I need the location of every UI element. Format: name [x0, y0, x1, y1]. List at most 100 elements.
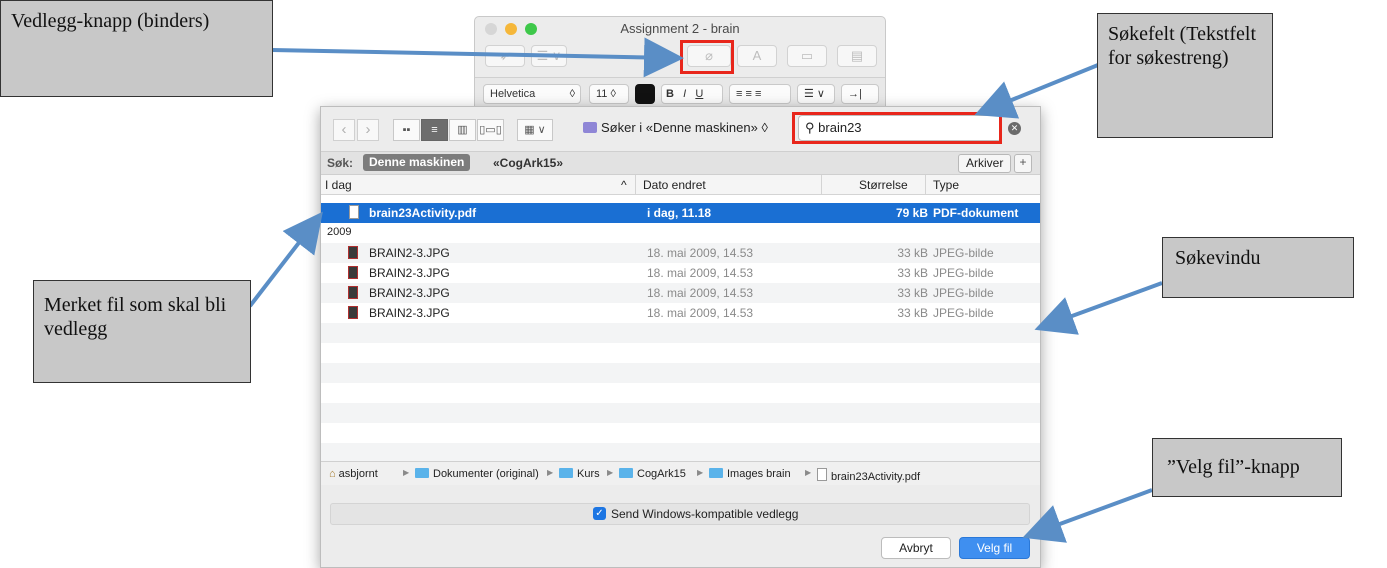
list-style-select[interactable]: ☰ ∨ [797, 84, 835, 104]
path-segment-home[interactable]: ⌂ asbjornt [329, 468, 378, 480]
color-swatch[interactable] [635, 84, 655, 104]
underline-button[interactable]: U [695, 88, 703, 100]
search-scope-bar: Søk: Denne maskinen «CogArk15» Arkiver + [321, 151, 1040, 175]
column-type[interactable]: Type [933, 178, 959, 192]
path-segment-images-brain[interactable]: Images brain [709, 468, 791, 480]
arrow-search-field [974, 63, 1099, 119]
attach-highlight [680, 40, 734, 74]
path-separator-icon: ▶ [607, 468, 614, 477]
pdf-file-icon [349, 205, 359, 219]
file-list: brain23Activity.pdf i dag, 11.18 79 kB P… [321, 195, 1040, 461]
empty-row [321, 343, 1040, 363]
window-icon: ▭ [800, 48, 814, 63]
font-size: 11 [596, 88, 608, 100]
list-icon: ☰ ∨ [804, 88, 825, 100]
file-type: JPEG-bilde [933, 246, 994, 260]
empty-row [321, 403, 1040, 423]
path-segment-kurs[interactable]: Kurs [559, 468, 600, 480]
file-size: 33 kB [897, 306, 928, 320]
send-button[interactable]: ➶ [485, 45, 525, 67]
empty-row [321, 323, 1040, 343]
file-name: BRAIN2-3.JPG [369, 266, 450, 280]
folder-icon [415, 468, 429, 478]
scope-cogark15[interactable]: «CogArk15» [493, 156, 563, 170]
computer-icon [583, 122, 597, 133]
photo-browser-button[interactable]: ▭ [787, 45, 827, 67]
column-date-modified[interactable]: Dato endret [643, 178, 706, 192]
clear-search-icon[interactable]: ✕ [1008, 122, 1021, 135]
font-select[interactable]: Helvetica ◊ [483, 84, 581, 104]
callout-attach: Vedlegg-knapp (binders) [0, 0, 273, 97]
column-name[interactable]: I dag [325, 178, 352, 192]
path-label: Kurs [577, 468, 600, 480]
table-row[interactable]: BRAIN2-3.JPG 18. mai 2009, 14.53 33 kB J… [321, 303, 1040, 323]
search-highlight [792, 112, 1002, 144]
path-separator-icon: ▶ [403, 468, 410, 477]
file-name: BRAIN2-3.JPG [369, 286, 450, 300]
jpeg-file-icon [348, 246, 358, 259]
path-label: Dokumenter (original) [433, 468, 539, 480]
empty-row [321, 423, 1040, 443]
document-icon: ▤ [850, 48, 864, 63]
bold-button[interactable]: B [666, 88, 674, 100]
path-segment-cogark15[interactable]: CogArk15 [619, 468, 686, 480]
table-row[interactable]: BRAIN2-3.JPG 18. mai 2009, 14.53 33 kB J… [321, 283, 1040, 303]
add-criteria-button[interactable]: + [1014, 154, 1032, 173]
jpeg-file-icon [348, 306, 358, 319]
path-label: asbjornt [338, 468, 378, 480]
arrange-button[interactable]: ▦ ∨ [517, 119, 553, 141]
file-size: 33 kB [897, 266, 928, 280]
stepper-icon: ◊ [761, 120, 768, 135]
icon-view-button[interactable]: ▪▪ [393, 119, 420, 141]
folder-icon [709, 468, 723, 478]
search-scope-label: Søker i «Denne maskinen» [601, 120, 758, 135]
home-icon: ⌂ [329, 468, 336, 480]
path-label: CogArk15 [637, 468, 686, 480]
file-type: JPEG-bilde [933, 266, 994, 280]
file-date: 18. mai 2009, 14.53 [647, 266, 754, 280]
callout-search-field: Søkefelt (Tekstfelt for søkestreng) [1097, 13, 1273, 138]
cancel-button[interactable]: Avbryt [881, 537, 951, 559]
folder-icon [619, 468, 633, 478]
file-size: 79 kB [895, 206, 928, 220]
list-toggle-button[interactable]: ☰ ∨ [531, 45, 567, 67]
list-view-button[interactable]: ≡ [421, 119, 448, 141]
stepper-icon: ◊ [569, 88, 575, 100]
scope-this-computer[interactable]: Denne maskinen [363, 154, 471, 171]
search-scope-select[interactable]: Søker i «Denne maskinen» ◊ [583, 120, 768, 135]
folder-icon [559, 468, 573, 478]
path-separator-icon: ▶ [805, 468, 812, 477]
align-icons: ≡ ≡ ≡ [736, 88, 762, 100]
file-date: 18. mai 2009, 14.53 [647, 246, 754, 260]
file-date: 18. mai 2009, 14.53 [647, 286, 754, 300]
columns-icon: ▥ [457, 124, 468, 136]
table-row-selected[interactable]: brain23Activity.pdf i dag, 11.18 79 kB P… [321, 203, 1040, 223]
back-button[interactable]: ‹ [333, 119, 355, 141]
indent-select[interactable]: →| ∨ [841, 84, 879, 118]
text-style-group[interactable]: B I U [661, 84, 723, 104]
file-size: 33 kB [897, 286, 928, 300]
jpeg-file-icon [348, 286, 358, 299]
italic-button[interactable]: I [683, 88, 686, 100]
file-name: BRAIN2-3.JPG [369, 246, 450, 260]
scope-label: Søk: [327, 156, 354, 170]
column-view-button[interactable]: ▥ [449, 119, 476, 141]
align-group[interactable]: ≡ ≡ ≡ [729, 84, 791, 104]
fonts-button[interactable]: A [737, 45, 777, 67]
table-row[interactable]: BRAIN2-3.JPG 18. mai 2009, 14.53 33 kB J… [321, 243, 1040, 263]
choose-file-button[interactable]: Velg fil [959, 537, 1030, 559]
stationery-button[interactable]: ▤ [837, 45, 877, 67]
archive-button[interactable]: Arkiver [958, 154, 1012, 173]
forward-button[interactable]: › [357, 119, 379, 141]
table-row[interactable]: BRAIN2-3.JPG 18. mai 2009, 14.53 33 kB J… [321, 263, 1040, 283]
list-icon: ≡ [431, 124, 438, 136]
file-size: 33 kB [897, 246, 928, 260]
empty-row [321, 383, 1040, 403]
font-size-select[interactable]: 11 ◊ [589, 84, 629, 104]
coverflow-view-button[interactable]: ▯▭▯ [477, 119, 504, 141]
windows-compatible-checkbox[interactable]: ✓ [593, 507, 606, 520]
column-size[interactable]: Størrelse [859, 178, 908, 192]
path-segment-file[interactable]: brain23Activity.pdf [817, 468, 920, 483]
path-segment-documents[interactable]: Dokumenter (original) [415, 468, 539, 480]
column-header-row: I dag ^ Dato endret Størrelse Type [321, 175, 1040, 195]
